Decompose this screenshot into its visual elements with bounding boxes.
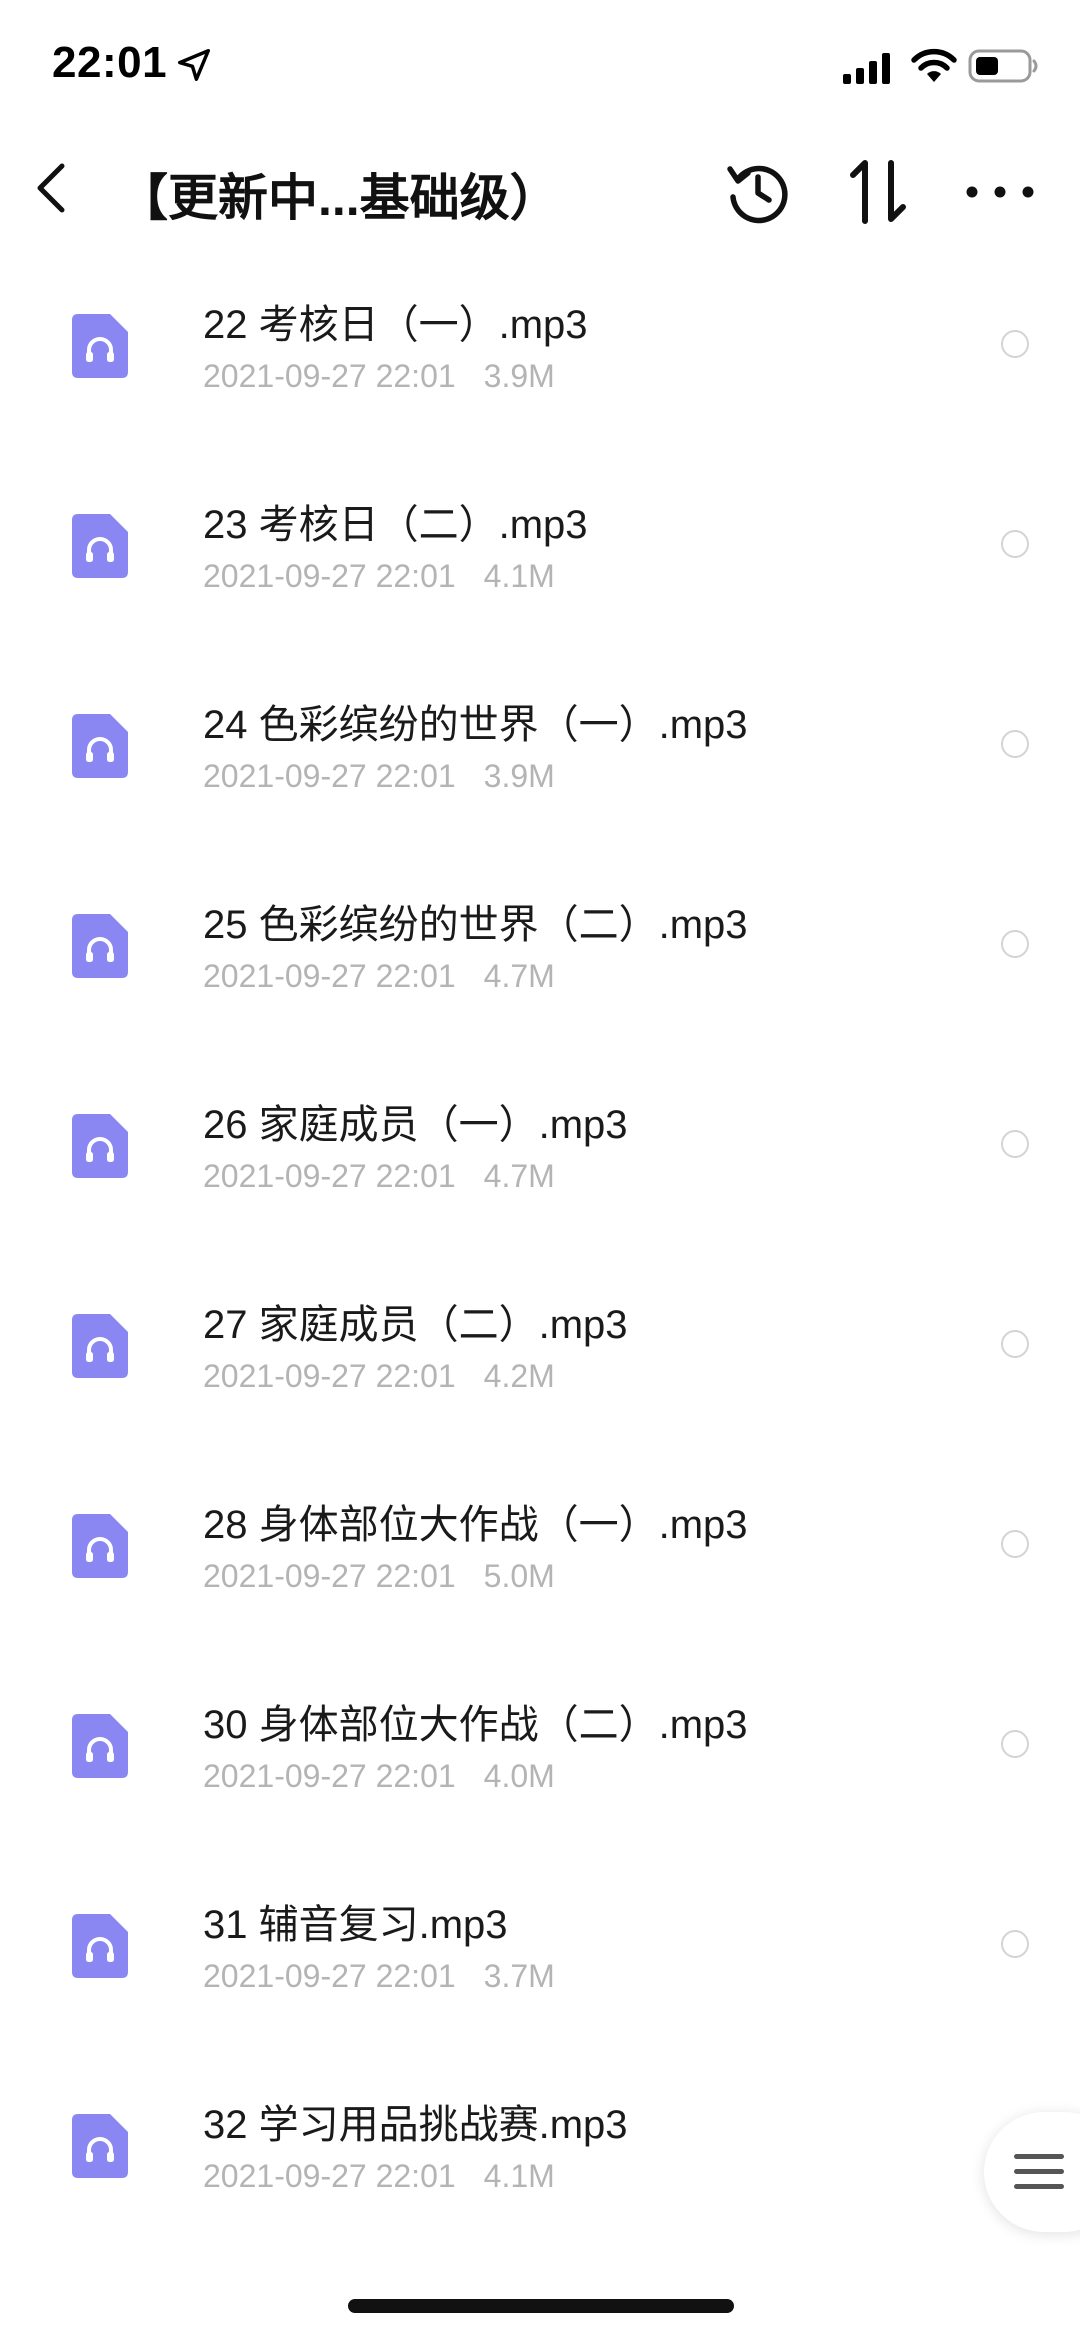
file-row[interactable]: 30 身体部位大作战（二）.mp3 2021-09-27 22:01 4.0M	[0, 1650, 1080, 1850]
file-meta: 2021-09-27 22:01 5.0M	[203, 1558, 555, 1595]
file-date: 2021-09-27 22:01	[203, 1758, 456, 1794]
file-size: 5.0M	[483, 1558, 555, 1594]
file-size: 4.7M	[483, 958, 555, 994]
select-radio[interactable]	[1001, 1730, 1029, 1758]
file-date: 2021-09-27 22:01	[203, 758, 456, 794]
file-meta: 2021-09-27 22:01 4.7M	[203, 958, 555, 995]
file-date: 2021-09-27 22:01	[203, 558, 456, 594]
file-date: 2021-09-27 22:01	[203, 958, 456, 994]
file-name: 32 学习用品挑战赛.mp3	[203, 2103, 628, 2147]
file-name: 27 家庭成员（二）.mp3	[203, 1303, 628, 1347]
file-size: 4.0M	[483, 1758, 555, 1794]
file-size: 4.1M	[483, 558, 555, 594]
sort-icon[interactable]	[845, 157, 911, 225]
file-row[interactable]: 24 色彩缤纷的世界（一）.mp3 2021-09-27 22:01 3.9M	[0, 650, 1080, 850]
select-radio[interactable]	[1001, 1930, 1029, 1958]
nav-bar: 【更新中...基础级）	[0, 130, 1080, 250]
file-size: 4.1M	[483, 2158, 555, 2194]
menu-icon	[1014, 2154, 1064, 2189]
file-meta: 2021-09-27 22:01 4.7M	[203, 1158, 555, 1195]
file-row[interactable]: 32 学习用品挑战赛.mp3 2021-09-27 22:01 4.1M	[0, 2050, 1080, 2250]
file-row[interactable]: 27 家庭成员（二）.mp3 2021-09-27 22:01 4.2M	[0, 1250, 1080, 1450]
select-radio[interactable]	[1001, 530, 1029, 558]
file-date: 2021-09-27 22:01	[203, 358, 456, 394]
audio-file-icon	[72, 714, 128, 778]
audio-file-icon	[72, 2114, 128, 2178]
audio-file-icon	[72, 914, 128, 978]
file-name: 23 考核日（二）.mp3	[203, 503, 588, 547]
audio-file-icon	[72, 514, 128, 578]
file-date: 2021-09-27 22:01	[203, 1358, 456, 1394]
file-size: 4.7M	[483, 1158, 555, 1194]
status-bar: 22:01	[0, 0, 1080, 130]
file-size: 3.9M	[483, 358, 555, 394]
history-icon[interactable]	[724, 157, 792, 225]
select-radio[interactable]	[1001, 930, 1029, 958]
status-time: 22:01	[52, 38, 168, 87]
battery-icon	[968, 49, 1038, 83]
file-meta: 2021-09-27 22:01 3.9M	[203, 758, 555, 795]
file-row[interactable]: 31 辅音复习.mp3 2021-09-27 22:01 3.7M	[0, 1850, 1080, 2050]
file-name: 25 色彩缤纷的世界（二）.mp3	[203, 903, 748, 947]
page-title: 【更新中...基础级）	[118, 170, 560, 226]
wifi-icon	[911, 48, 957, 82]
location-arrow-icon	[178, 49, 210, 81]
select-radio[interactable]	[1001, 330, 1029, 358]
file-row[interactable]: 22 考核日（一）.mp3 2021-09-27 22:01 3.9M	[0, 250, 1080, 450]
chevron-left-icon[interactable]	[22, 152, 82, 222]
file-size: 3.7M	[483, 1958, 555, 1994]
file-name: 22 考核日（一）.mp3	[203, 303, 588, 347]
select-radio[interactable]	[1001, 1530, 1029, 1558]
file-size: 4.2M	[483, 1358, 555, 1394]
audio-file-icon	[72, 1914, 128, 1978]
cellular-signal-icon	[843, 53, 890, 84]
file-date: 2021-09-27 22:01	[203, 2158, 456, 2194]
file-name: 30 身体部位大作战（二）.mp3	[203, 1703, 748, 1747]
file-row[interactable]: 26 家庭成员（一）.mp3 2021-09-27 22:01 4.7M	[0, 1050, 1080, 1250]
file-meta: 2021-09-27 22:01 4.1M	[203, 558, 555, 595]
audio-file-icon	[72, 1514, 128, 1578]
audio-file-icon	[72, 1114, 128, 1178]
more-icon[interactable]	[964, 180, 1036, 204]
select-radio[interactable]	[1001, 1330, 1029, 1358]
file-date: 2021-09-27 22:01	[203, 1158, 456, 1194]
file-row[interactable]: 25 色彩缤纷的世界（二）.mp3 2021-09-27 22:01 4.7M	[0, 850, 1080, 1050]
file-date: 2021-09-27 22:01	[203, 1958, 456, 1994]
file-meta: 2021-09-27 22:01 3.9M	[203, 358, 555, 395]
file-row[interactable]: 23 考核日（二）.mp3 2021-09-27 22:01 4.1M	[0, 450, 1080, 650]
file-name: 26 家庭成员（一）.mp3	[203, 1103, 628, 1147]
audio-file-icon	[72, 1314, 128, 1378]
audio-file-icon	[72, 314, 128, 378]
file-meta: 2021-09-27 22:01 3.7M	[203, 1958, 555, 1995]
file-name: 31 辅音复习.mp3	[203, 1903, 508, 1947]
select-radio[interactable]	[1001, 730, 1029, 758]
file-name: 28 身体部位大作战（一）.mp3	[203, 1503, 748, 1547]
file-size: 3.9M	[483, 758, 555, 794]
audio-file-icon	[72, 1714, 128, 1778]
file-name: 24 色彩缤纷的世界（一）.mp3	[203, 703, 748, 747]
file-meta: 2021-09-27 22:01 4.1M	[203, 2158, 555, 2195]
file-row[interactable]: 28 身体部位大作战（一）.mp3 2021-09-27 22:01 5.0M	[0, 1450, 1080, 1650]
home-indicator	[348, 2299, 734, 2313]
file-meta: 2021-09-27 22:01 4.2M	[203, 1358, 555, 1395]
file-meta: 2021-09-27 22:01 4.0M	[203, 1758, 555, 1795]
select-radio[interactable]	[1001, 1130, 1029, 1158]
file-date: 2021-09-27 22:01	[203, 1558, 456, 1594]
